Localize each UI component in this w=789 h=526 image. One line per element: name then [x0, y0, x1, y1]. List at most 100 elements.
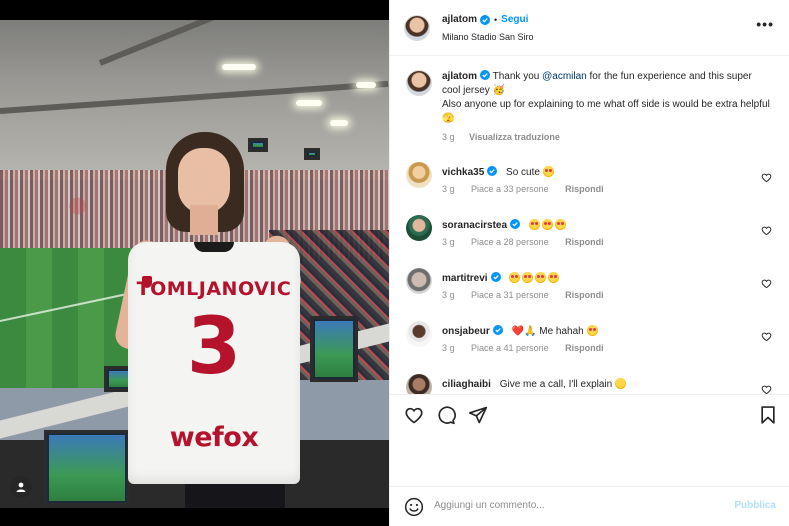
- comment-text: soranacirstea: [442, 219, 568, 231]
- stadium-light: [222, 64, 256, 70]
- comment-item: ciliaghaibi Give me a call, I'll explain: [406, 374, 776, 394]
- verified-badge-icon: [487, 166, 498, 176]
- see-translation-link[interactable]: Visualizza traduzione: [469, 132, 560, 142]
- separator-dot: •: [494, 14, 498, 25]
- comment-likes[interactable]: Piace a 41 persone: [471, 343, 549, 353]
- comment-username[interactable]: onsjabeur: [442, 326, 490, 337]
- reply-button[interactable]: Rispondi: [565, 184, 604, 194]
- verified-badge-icon: [480, 14, 491, 25]
- heart-eyes-emoji-icon: [528, 219, 540, 230]
- comment-username[interactable]: martitrevi: [442, 273, 488, 284]
- comment-meta: 3 g Piace a 33 persone Rispondi: [442, 184, 618, 194]
- comment-likes[interactable]: Piace a 33 persone: [471, 184, 549, 194]
- comment-avatar[interactable]: [406, 215, 432, 241]
- comment-time[interactable]: 3 g: [442, 343, 455, 353]
- heart-eyes-emoji-icon: [542, 166, 554, 177]
- comment-meta: 3 g Piace a 31 persone Rispondi: [442, 290, 618, 300]
- caption-text-before: Thank you: [492, 71, 543, 82]
- tagged-users-button[interactable]: [10, 476, 32, 498]
- comment-time[interactable]: 3 g: [442, 237, 455, 247]
- stadium-light: [356, 82, 376, 88]
- comment-avatar[interactable]: [406, 268, 432, 294]
- verified-badge-icon: [480, 70, 491, 80]
- emoji-picker-icon[interactable]: [404, 497, 424, 517]
- post-action-bar: [390, 394, 789, 434]
- like-comment-heart-icon[interactable]: [761, 278, 772, 289]
- share-paper-plane-icon[interactable]: [468, 405, 488, 425]
- comment-likes[interactable]: Piace a 31 persone: [471, 290, 549, 300]
- smile-emoji-icon: [614, 378, 626, 389]
- jersey-name: TOMLJANOVIC: [136, 278, 292, 300]
- desk-monitor: [44, 430, 130, 506]
- stadium-screen: [304, 148, 320, 160]
- person-neck: [190, 205, 218, 235]
- comment-avatar[interactable]: [406, 374, 432, 394]
- post-media: TOMLJANOVIC 3 wefox: [0, 0, 389, 526]
- comments-list[interactable]: ajlatom Thank you @acmilan for the fun e…: [390, 56, 789, 394]
- stadium-screen: [248, 138, 268, 152]
- author-username[interactable]: ajlatom: [442, 14, 477, 25]
- comment-prefix-emoji: ❤️🙏: [511, 326, 537, 337]
- like-heart-icon[interactable]: [404, 405, 424, 425]
- comment-item: onsjabeur ❤️🙏 Me hahah 3 g Piace a 41 pe…: [406, 321, 776, 365]
- verified-badge-icon: [492, 325, 503, 335]
- comment-time[interactable]: 3 g: [442, 184, 455, 194]
- follow-button[interactable]: Segui: [501, 14, 528, 25]
- caption-avatar[interactable]: [406, 70, 432, 96]
- save-bookmark-icon[interactable]: [758, 405, 778, 425]
- like-comment-heart-icon[interactable]: [761, 331, 772, 342]
- comment-meta: 3 g Piace a 28 persone Rispondi: [442, 237, 618, 247]
- header-author-line: ajlatom • Segui: [442, 14, 528, 25]
- caption-text: ajlatom Thank you @acmilan for the fun e…: [442, 70, 772, 126]
- comment-avatar[interactable]: [406, 321, 432, 347]
- like-comment-heart-icon[interactable]: [761, 225, 772, 236]
- add-comment-input[interactable]: [434, 500, 714, 511]
- more-options-icon[interactable]: •••: [756, 16, 774, 32]
- author-avatar[interactable]: [404, 15, 430, 41]
- heart-eyes-emoji-icon: [541, 219, 553, 230]
- comment-username[interactable]: soranacirstea: [442, 220, 507, 231]
- comment-bubble-icon[interactable]: [436, 405, 456, 425]
- stadium-light: [330, 120, 348, 126]
- comment-avatar[interactable]: [406, 162, 432, 188]
- desk-monitor: [310, 316, 358, 382]
- reply-button[interactable]: Rispondi: [565, 237, 604, 247]
- comment-body: Me hahah: [539, 326, 584, 337]
- like-comment-heart-icon[interactable]: [761, 172, 772, 183]
- comment-item: martitrevi 3 g Piace a 31 persone Rispon…: [406, 268, 776, 312]
- comment-text: martitrevi: [442, 272, 561, 284]
- stadium-light: [296, 100, 322, 106]
- jersey: TOMLJANOVIC 3 wefox: [128, 242, 300, 484]
- comment-text: onsjabeur ❤️🙏 Me hahah: [442, 325, 600, 337]
- caption-time[interactable]: 3 g: [442, 132, 455, 142]
- location-link[interactable]: Milano Stadio San Siro: [442, 32, 534, 42]
- instagram-post-modal: TOMLJANOVIC 3 wefox ajlatom • Segui Mila…: [0, 0, 789, 526]
- heart-eyes-emoji-icon: [522, 272, 534, 283]
- caption-username[interactable]: ajlatom: [442, 71, 477, 82]
- heart-eyes-emoji-icon: [586, 325, 598, 336]
- jersey-sponsor: wefox: [169, 422, 259, 453]
- post-side-panel: ajlatom • Segui Milano Stadio San Siro •…: [389, 0, 789, 526]
- comment-username[interactable]: vichka35: [442, 167, 484, 178]
- comment-text: vichka35 So cute: [442, 166, 556, 178]
- jersey-number: 3: [186, 302, 242, 392]
- user-icon: [16, 482, 26, 492]
- reply-button[interactable]: Rispondi: [565, 290, 604, 300]
- comment-username[interactable]: ciliaghaibi: [442, 379, 491, 390]
- heart-eyes-emoji-icon: [509, 272, 521, 283]
- verified-badge-icon: [510, 219, 521, 229]
- comment-likes[interactable]: Piace a 28 persone: [471, 237, 549, 247]
- heart-eyes-emoji-icon: [554, 219, 566, 230]
- verified-badge-icon: [490, 272, 501, 282]
- publish-button[interactable]: Pubblica: [734, 500, 776, 511]
- comment-time[interactable]: 3 g: [442, 290, 455, 300]
- comment-composer: Pubblica: [390, 486, 789, 526]
- caption-mention[interactable]: @acmilan: [542, 71, 587, 82]
- like-comment-heart-icon[interactable]: [761, 384, 772, 394]
- post-photo[interactable]: TOMLJANOVIC 3 wefox: [0, 20, 389, 508]
- comment-body: So cute: [506, 167, 540, 178]
- comment-item: vichka35 So cute 3 g Piace a 33 persone …: [406, 162, 776, 206]
- comment-item: soranacirstea 3 g Piace a 28 persone Ris…: [406, 215, 776, 259]
- caption-meta: 3 g Visualizza traduzione: [442, 132, 560, 142]
- reply-button[interactable]: Rispondi: [565, 343, 604, 353]
